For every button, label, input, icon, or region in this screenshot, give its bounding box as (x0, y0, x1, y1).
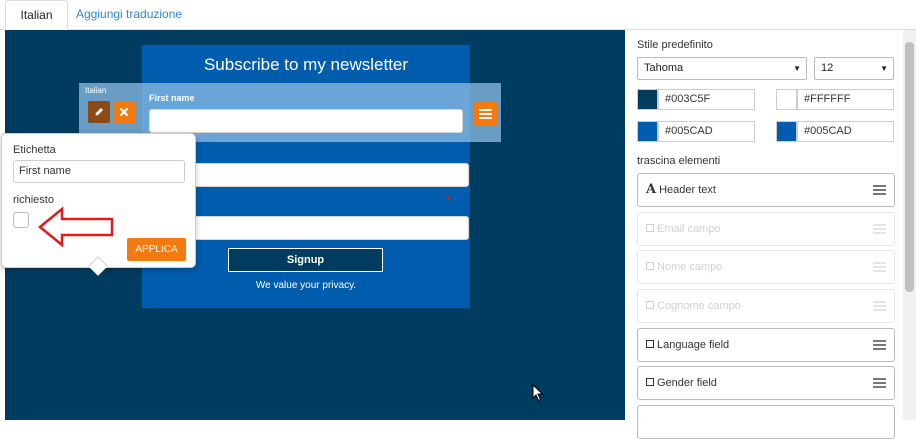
color-input-3[interactable]: #005CAD (658, 121, 755, 142)
signup-button[interactable]: Signup (228, 248, 383, 272)
color-input-1[interactable]: #003C5F (658, 89, 755, 110)
drag-item-last-name: Cognome campo (637, 289, 895, 323)
drag-elements-title: trascina elementi (637, 155, 721, 167)
color-input-2[interactable]: #FFFFFF (797, 89, 894, 110)
drag-handle-icon[interactable] (873, 340, 886, 351)
drag-item-partial[interactable] (637, 405, 895, 439)
style-panel: Stile predefinito Tahoma ▼ 12 ▼ #003C5F … (625, 30, 903, 439)
field-edit-popover: Etichetta First name richiesto APPLICA (1, 133, 196, 276)
drag-item-language[interactable]: Language field (637, 328, 895, 362)
tab-italian[interactable]: Italian (5, 0, 68, 30)
drag-item-label: Cognome campo (657, 300, 741, 312)
apply-button[interactable]: APPLICA (127, 238, 186, 261)
drag-item-label: Header text (659, 184, 716, 196)
required-checkbox[interactable] (13, 212, 29, 228)
font-size-select[interactable]: 12 ▼ (814, 57, 894, 80)
field-menu-button[interactable] (474, 102, 497, 126)
drag-handle-icon (873, 262, 886, 273)
drag-item-label: Gender field (657, 377, 717, 389)
field-label: First name (149, 93, 195, 103)
tab-add-translation[interactable]: Aggiungi traduzione (66, 0, 192, 30)
panel-scrollbar[interactable] (903, 30, 916, 420)
delete-field-button[interactable] (113, 101, 135, 123)
font-select[interactable]: Tahoma ▼ (637, 57, 807, 80)
hamburger-icon (479, 109, 492, 111)
color-input-4[interactable]: #005CAD (797, 121, 894, 142)
drag-item-email: Email campo (637, 212, 895, 246)
font-size-value: 12 (821, 62, 834, 74)
text-icon: A (646, 182, 657, 197)
form-title[interactable]: Subscribe to my newsletter (142, 55, 470, 75)
color-swatch-4[interactable] (776, 121, 797, 142)
pencil-icon (95, 108, 103, 116)
scrollbar-thumb[interactable] (905, 42, 914, 292)
label-caption: Etichetta (13, 144, 56, 156)
required-caption: richiesto (13, 194, 54, 206)
first-name-input[interactable] (149, 109, 463, 133)
second-field-input[interactable] (155, 163, 469, 187)
drag-item-label: Language field (657, 339, 730, 351)
required-marker: * (446, 192, 452, 209)
color-swatch-3[interactable] (637, 121, 658, 142)
font-value: Tahoma (644, 62, 684, 74)
chevron-down-icon: ▼ (793, 64, 801, 73)
checkbox-icon (646, 262, 654, 271)
default-style-title: Stile predefinito (637, 39, 713, 51)
drag-handle-icon[interactable] (873, 185, 886, 196)
drag-item-first-name: Nome campo (637, 250, 895, 284)
label-input[interactable]: First name (13, 160, 185, 183)
third-field-input[interactable] (155, 216, 469, 240)
drag-item-gender[interactable]: Gender field (637, 366, 895, 400)
drag-handle-icon (873, 301, 886, 312)
drag-item-header-text[interactable]: A Header text (637, 173, 895, 207)
tab-bar: Italian Aggiungi traduzione (0, 0, 916, 30)
close-icon (119, 107, 129, 117)
row-language-label: Italian (85, 86, 107, 95)
checkbox-icon (646, 301, 654, 310)
drag-handle-icon (873, 224, 886, 235)
checkbox-icon (646, 224, 654, 233)
drag-handle-icon[interactable] (873, 378, 886, 389)
color-swatch-1[interactable] (637, 89, 658, 110)
annotation-arrow-icon (38, 206, 114, 248)
checkbox-icon (646, 378, 654, 387)
privacy-text: We value your privacy. (255, 280, 357, 291)
drag-item-label: Email campo (657, 223, 721, 235)
color-swatch-2[interactable] (776, 89, 797, 110)
drag-item-label: Nome campo (657, 261, 723, 273)
edit-field-button[interactable] (88, 101, 110, 123)
chevron-down-icon: ▼ (880, 64, 888, 73)
mouse-cursor-icon (532, 384, 544, 402)
checkbox-icon (646, 340, 654, 349)
